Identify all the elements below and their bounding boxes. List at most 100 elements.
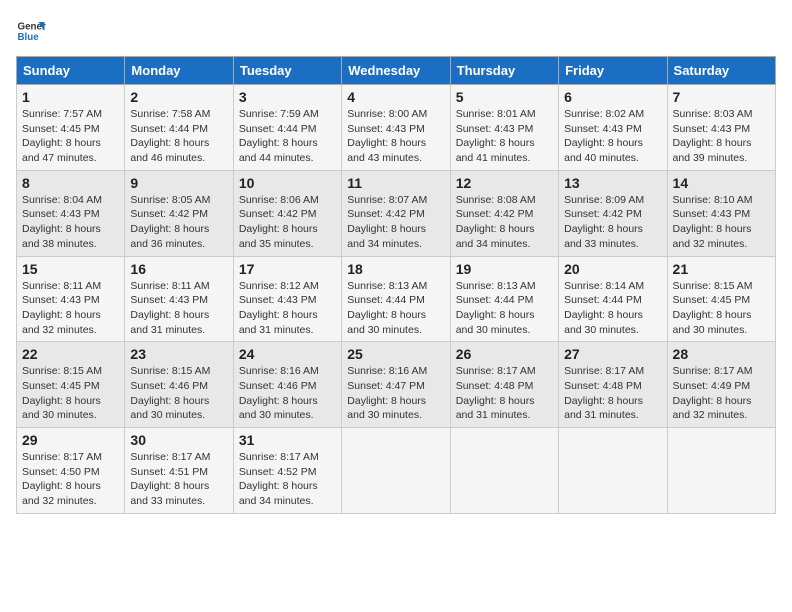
calendar-cell: 24Sunrise: 8:16 AMSunset: 4:46 PMDayligh… [233,342,341,428]
day-number: 18 [347,261,444,277]
day-number: 25 [347,346,444,362]
calendar-cell: 3 Sunrise: 7:59 AMSunset: 4:44 PMDaylight… [233,85,341,171]
day-detail: Sunrise: 8:13 AMSunset: 4:44 PMDaylight:… [456,279,553,338]
day-detail: Sunrise: 7:58 AMSunset: 4:44 PMDaylight:… [130,107,227,166]
calendar-cell [450,428,558,514]
day-detail: Sunrise: 7:59 AMSunset: 4:44 PMDaylight:… [239,107,336,166]
day-detail: Sunrise: 8:17 AMSunset: 4:52 PMDaylight:… [239,450,336,509]
calendar-table: SundayMondayTuesdayWednesdayThursdayFrid… [16,56,776,514]
calendar-cell: 12 Sunrise: 8:08 AMSunset: 4:42 PMDayligh… [450,170,558,256]
calendar-cell: 27Sunrise: 8:17 AMSunset: 4:48 PMDayligh… [559,342,667,428]
day-detail: Sunrise: 8:17 AMSunset: 4:51 PMDaylight:… [130,450,227,509]
day-detail: Sunrise: 8:06 AMSunset: 4:42 PMDaylight:… [239,193,336,252]
day-number: 9 [130,175,227,191]
day-detail: Sunrise: 8:15 AMSunset: 4:45 PMDaylight:… [22,364,119,423]
day-number: 2 [130,89,227,105]
page-header: General Blue [16,16,776,46]
calendar-cell: 15 Sunrise: 8:11 AMSunset: 4:43 PMDayligh… [17,256,125,342]
day-number: 24 [239,346,336,362]
day-number: 3 [239,89,336,105]
calendar-week-5: 29Sunrise: 8:17 AMSunset: 4:50 PMDayligh… [17,428,776,514]
day-number: 29 [22,432,119,448]
day-detail: Sunrise: 8:11 AMSunset: 4:43 PMDaylight:… [22,279,119,338]
calendar-cell: 1Sunrise: 7:57 AMSunset: 4:45 PMDaylight… [17,85,125,171]
day-number: 30 [130,432,227,448]
calendar-cell: 29Sunrise: 8:17 AMSunset: 4:50 PMDayligh… [17,428,125,514]
calendar-cell: 19 Sunrise: 8:13 AMSunset: 4:44 PMDayligh… [450,256,558,342]
calendar-week-4: 22 Sunrise: 8:15 AMSunset: 4:45 PMDayligh… [17,342,776,428]
day-number: 8 [22,175,119,191]
day-detail: Sunrise: 8:15 AMSunset: 4:45 PMDaylight:… [673,279,770,338]
day-detail: Sunrise: 8:13 AMSunset: 4:44 PMDaylight:… [347,279,444,338]
day-detail: Sunrise: 8:04 AMSunset: 4:43 PMDaylight:… [22,193,119,252]
day-detail: Sunrise: 8:15 AMSunset: 4:46 PMDaylight:… [130,364,227,423]
calendar-cell: 9 Sunrise: 8:05 AMSunset: 4:42 PMDaylight… [125,170,233,256]
calendar-cell [667,428,775,514]
calendar-cell: 23 Sunrise: 8:15 AMSunset: 4:46 PMDayligh… [125,342,233,428]
day-detail: Sunrise: 8:10 AMSunset: 4:43 PMDaylight:… [673,193,770,252]
header-saturday: Saturday [667,57,775,85]
calendar-cell: 28 Sunrise: 8:17 AMSunset: 4:49 PMDayligh… [667,342,775,428]
day-detail: Sunrise: 8:17 AMSunset: 4:49 PMDaylight:… [673,364,770,423]
calendar-cell: 22 Sunrise: 8:15 AMSunset: 4:45 PMDayligh… [17,342,125,428]
day-number: 13 [564,175,661,191]
day-number: 15 [22,261,119,277]
calendar-cell: 30 Sunrise: 8:17 AMSunset: 4:51 PMDayligh… [125,428,233,514]
calendar-cell: 31 Sunrise: 8:17 AMSunset: 4:52 PMDayligh… [233,428,341,514]
header-tuesday: Tuesday [233,57,341,85]
day-number: 23 [130,346,227,362]
day-detail: Sunrise: 7:57 AMSunset: 4:45 PMDaylight:… [22,107,119,166]
calendar-cell: 8 Sunrise: 8:04 AMSunset: 4:43 PMDaylight… [17,170,125,256]
day-detail: Sunrise: 8:12 AMSunset: 4:43 PMDaylight:… [239,279,336,338]
calendar-week-2: 8 Sunrise: 8:04 AMSunset: 4:43 PMDaylight… [17,170,776,256]
calendar-header-row: SundayMondayTuesdayWednesdayThursdayFrid… [17,57,776,85]
day-number: 12 [456,175,553,191]
day-detail: Sunrise: 8:09 AMSunset: 4:42 PMDaylight:… [564,193,661,252]
day-number: 6 [564,89,661,105]
logo-icon: General Blue [16,16,46,46]
day-number: 11 [347,175,444,191]
svg-text:Blue: Blue [18,32,40,43]
header-monday: Monday [125,57,233,85]
calendar-cell: 7 Sunrise: 8:03 AMSunset: 4:43 PMDaylight… [667,85,775,171]
logo: General Blue [16,16,46,46]
day-number: 14 [673,175,770,191]
calendar-cell [559,428,667,514]
header-thursday: Thursday [450,57,558,85]
calendar-week-1: 1Sunrise: 7:57 AMSunset: 4:45 PMDaylight… [17,85,776,171]
day-number: 22 [22,346,119,362]
day-number: 5 [456,89,553,105]
calendar-cell: 26 Sunrise: 8:17 AMSunset: 4:48 PMDayligh… [450,342,558,428]
day-detail: Sunrise: 8:01 AMSunset: 4:43 PMDaylight:… [456,107,553,166]
calendar-cell: 2 Sunrise: 7:58 AMSunset: 4:44 PMDaylight… [125,85,233,171]
day-number: 4 [347,89,444,105]
header-friday: Friday [559,57,667,85]
calendar-cell: 17 Sunrise: 8:12 AMSunset: 4:43 PMDayligh… [233,256,341,342]
calendar-cell [342,428,450,514]
day-detail: Sunrise: 8:11 AMSunset: 4:43 PMDaylight:… [130,279,227,338]
day-detail: Sunrise: 8:16 AMSunset: 4:47 PMDaylight:… [347,364,444,423]
calendar-cell: 11 Sunrise: 8:07 AMSunset: 4:42 PMDayligh… [342,170,450,256]
day-detail: Sunrise: 8:08 AMSunset: 4:42 PMDaylight:… [456,193,553,252]
day-number: 19 [456,261,553,277]
calendar-cell: 20Sunrise: 8:14 AMSunset: 4:44 PMDayligh… [559,256,667,342]
day-number: 21 [673,261,770,277]
day-number: 17 [239,261,336,277]
day-number: 31 [239,432,336,448]
day-number: 7 [673,89,770,105]
header-sunday: Sunday [17,57,125,85]
calendar-cell: 16 Sunrise: 8:11 AMSunset: 4:43 PMDayligh… [125,256,233,342]
calendar-cell: 4Sunrise: 8:00 AMSunset: 4:43 PMDaylight… [342,85,450,171]
calendar-cell: 25 Sunrise: 8:16 AMSunset: 4:47 PMDayligh… [342,342,450,428]
day-detail: Sunrise: 8:17 AMSunset: 4:48 PMDaylight:… [456,364,553,423]
day-detail: Sunrise: 8:05 AMSunset: 4:42 PMDaylight:… [130,193,227,252]
day-detail: Sunrise: 8:03 AMSunset: 4:43 PMDaylight:… [673,107,770,166]
day-number: 16 [130,261,227,277]
day-number: 20 [564,261,661,277]
day-number: 26 [456,346,553,362]
day-detail: Sunrise: 8:17 AMSunset: 4:48 PMDaylight:… [564,364,661,423]
calendar-cell: 5 Sunrise: 8:01 AMSunset: 4:43 PMDaylight… [450,85,558,171]
day-detail: Sunrise: 8:07 AMSunset: 4:42 PMDaylight:… [347,193,444,252]
calendar-cell: 14 Sunrise: 8:10 AMSunset: 4:43 PMDayligh… [667,170,775,256]
day-number: 28 [673,346,770,362]
